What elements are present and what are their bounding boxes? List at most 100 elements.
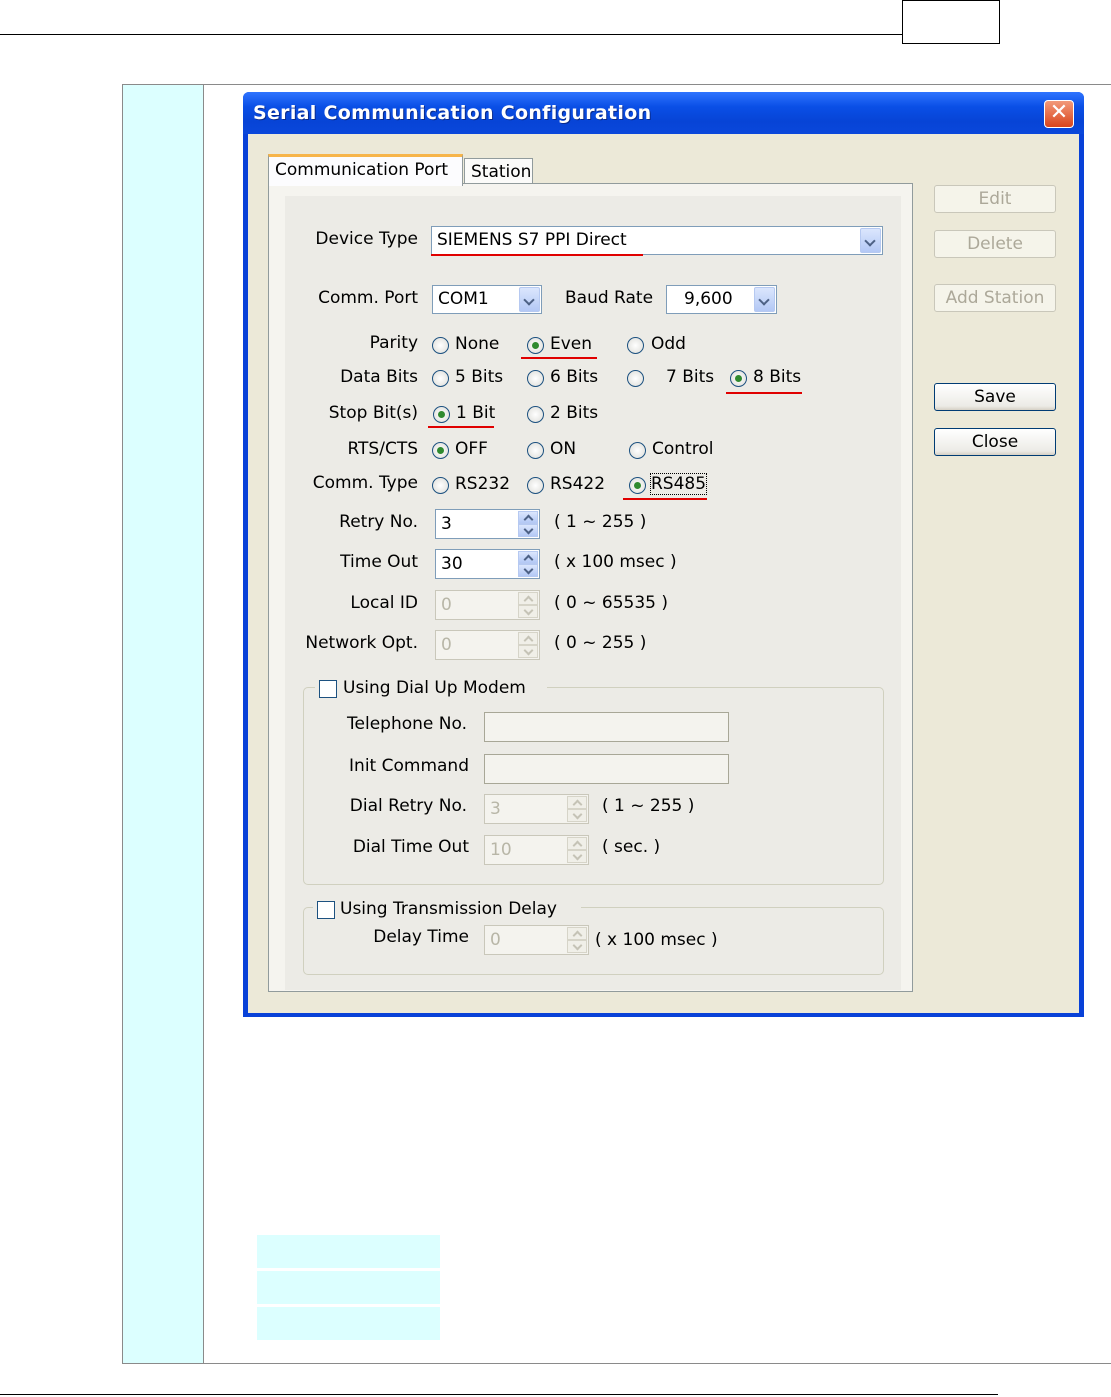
data-bits-8-radio[interactable]: [730, 370, 747, 387]
dial-up-modem-checkbox[interactable]: [319, 680, 337, 698]
network-opt-range: ( 0 ~ 255 ): [554, 633, 647, 653]
stop-bits-1-label: 1 Bit: [456, 403, 496, 423]
tab-station[interactable]: Station: [464, 158, 533, 185]
telephone-input[interactable]: [484, 712, 729, 742]
rs232-radio[interactable]: [432, 477, 449, 494]
delay-time-value: 0: [490, 930, 501, 950]
comm-port-value: COM1: [438, 289, 489, 309]
close-button[interactable]: Close: [934, 428, 1056, 456]
stop-bits-2-label: 2 Bits: [550, 403, 599, 423]
parity-label: Parity: [369, 333, 418, 353]
baud-rate-select[interactable]: 9,600: [666, 285, 777, 314]
annotation-underline: [431, 254, 643, 256]
dial-retry-label: Dial Retry No.: [349, 796, 467, 816]
dial-retry-value: 3: [490, 799, 501, 819]
time-out-value: 30: [441, 554, 463, 574]
time-out-range: ( x 100 msec ): [554, 552, 677, 572]
local-id-label: Local ID: [350, 593, 418, 613]
network-opt-label: Network Opt.: [305, 633, 418, 653]
parity-odd-label: Odd: [651, 334, 686, 354]
spin-down-icon[interactable]: [567, 850, 587, 863]
chevron-down-icon[interactable]: [860, 228, 881, 253]
device-type-label: Device Type: [315, 229, 418, 249]
data-bits-8-label: 8 Bits: [753, 367, 802, 387]
rs422-radio[interactable]: [527, 477, 544, 494]
parity-even-label: Even: [550, 334, 593, 354]
retry-no-range: ( 1 ~ 255 ): [554, 512, 647, 532]
data-bits-7-radio[interactable]: [627, 370, 644, 387]
delete-button[interactable]: Delete: [934, 230, 1056, 258]
spin-down-icon[interactable]: [518, 564, 538, 577]
init-command-input[interactable]: [484, 754, 729, 784]
annotation-underline: [428, 426, 494, 428]
spin-down-icon[interactable]: [567, 940, 587, 953]
data-bits-label: Data Bits: [340, 367, 418, 387]
spin-down-icon[interactable]: [518, 524, 538, 537]
transmission-delay-label: Using Transmission Delay: [340, 899, 557, 919]
spin-up-icon[interactable]: [518, 551, 538, 564]
retry-no-value: 3: [441, 514, 452, 534]
time-out-stepper[interactable]: 30: [435, 549, 540, 579]
dial-retry-stepper[interactable]: 3: [484, 794, 589, 824]
rts-on-radio[interactable]: [527, 442, 544, 459]
rs485-radio[interactable]: [629, 477, 646, 494]
comm-port-select[interactable]: COM1: [432, 285, 542, 314]
spin-up-icon[interactable]: [567, 796, 587, 809]
rs485-label: RS485: [649, 473, 708, 495]
dial-up-modem-label: Using Dial Up Modem: [343, 678, 526, 698]
spin-up-icon[interactable]: [567, 927, 587, 940]
spin-up-icon[interactable]: [518, 511, 538, 524]
data-bits-5-radio[interactable]: [432, 370, 449, 387]
baud-rate-label: Baud Rate: [565, 288, 654, 308]
chevron-down-icon[interactable]: [754, 287, 775, 312]
spin-up-icon[interactable]: [518, 592, 538, 605]
dialog-client-area: Communication Port Station Device Type S…: [248, 134, 1079, 1013]
spin-down-icon[interactable]: [518, 605, 538, 618]
parity-odd-radio[interactable]: [627, 337, 644, 354]
spin-up-icon[interactable]: [518, 632, 538, 645]
spin-up-icon[interactable]: [567, 837, 587, 850]
local-id-value: 0: [441, 595, 452, 615]
parity-none-label: None: [455, 334, 500, 354]
rs422-label: RS422: [550, 474, 606, 494]
transmission-delay-checkbox[interactable]: [317, 901, 335, 919]
rts-off-radio[interactable]: [432, 442, 449, 459]
dial-timeout-stepper[interactable]: 10: [484, 835, 589, 865]
page-number-box: [902, 0, 1000, 44]
stop-bits-label: Stop Bit(s): [328, 403, 418, 423]
delay-time-label: Delay Time: [373, 927, 469, 947]
device-type-value: SIEMENS S7 PPI Direct: [437, 230, 627, 250]
edit-button[interactable]: Edit: [934, 185, 1056, 213]
rts-cts-label: RTS/CTS: [347, 439, 418, 459]
title-bar[interactable]: Serial Communication Configuration ✕: [243, 92, 1084, 134]
local-id-stepper[interactable]: 0: [435, 590, 540, 620]
chevron-down-icon[interactable]: [519, 287, 540, 312]
save-button[interactable]: Save: [934, 383, 1056, 411]
retry-no-label: Retry No.: [339, 512, 418, 532]
network-opt-stepper[interactable]: 0: [435, 630, 540, 660]
spin-down-icon[interactable]: [567, 809, 587, 822]
add-station-button[interactable]: Add Station: [934, 284, 1056, 312]
close-icon[interactable]: ✕: [1044, 100, 1074, 128]
dial-timeout-value: 10: [490, 840, 512, 860]
stop-bits-2-radio[interactable]: [527, 406, 544, 423]
data-bits-6-radio[interactable]: [527, 370, 544, 387]
device-type-select[interactable]: SIEMENS S7 PPI Direct: [431, 226, 883, 255]
parity-none-radio[interactable]: [432, 337, 449, 354]
retry-no-stepper[interactable]: 3: [435, 509, 540, 539]
delay-time-stepper[interactable]: 0: [484, 925, 589, 955]
header-rule: [0, 34, 903, 35]
rts-on-label: ON: [550, 439, 577, 459]
annotation-underline: [521, 357, 597, 359]
time-out-label: Time Out: [340, 552, 418, 572]
stop-bits-1-radio[interactable]: [433, 406, 450, 423]
spin-down-icon[interactable]: [518, 645, 538, 658]
annotation-underline: [726, 392, 802, 394]
dial-timeout-label: Dial Time Out: [352, 837, 469, 857]
rts-control-radio[interactable]: [629, 442, 646, 459]
comm-port-label: Comm. Port: [318, 288, 418, 308]
tab-communication-port[interactable]: Communication Port: [268, 154, 463, 186]
footer-rule: [0, 1394, 998, 1395]
parity-even-radio[interactable]: [527, 337, 544, 354]
annotation-underline: [623, 498, 707, 500]
